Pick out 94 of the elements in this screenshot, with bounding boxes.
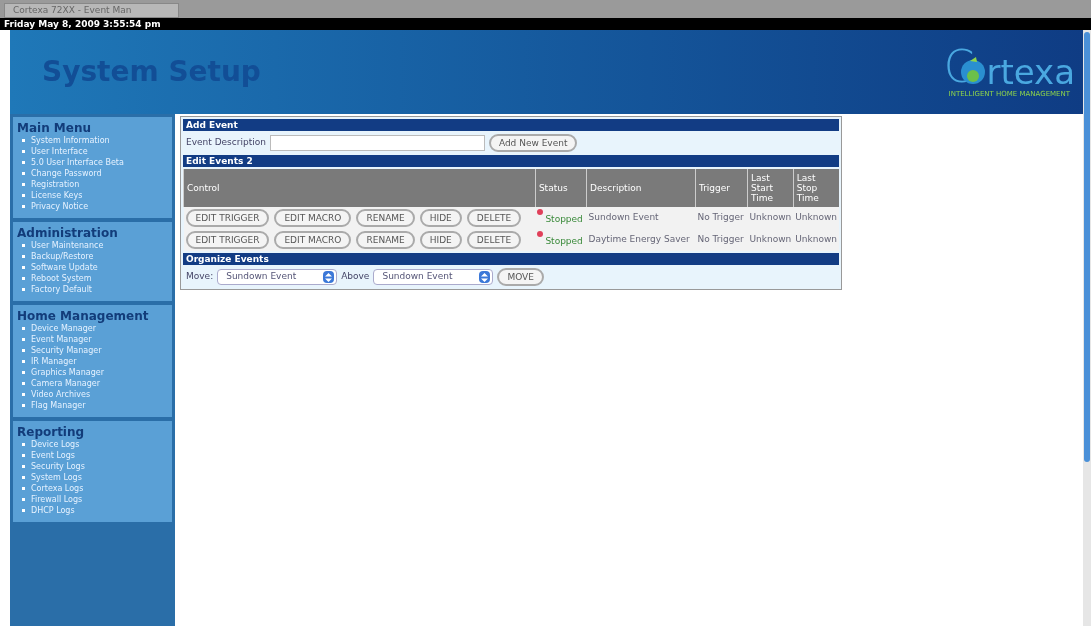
table-cell: Sundown Event [586, 207, 696, 229]
menu-link[interactable]: Event Manager [31, 334, 92, 345]
bullet-icon [22, 465, 25, 468]
section-header: Edit Events 2 [183, 155, 839, 167]
menu-link[interactable]: Cortexa Logs [31, 483, 84, 494]
table-cell: Unknown [793, 207, 839, 229]
bullet-icon [22, 360, 25, 363]
section-header: Organize Events [183, 253, 839, 265]
bullet-icon [22, 454, 25, 457]
bullet-icon [22, 509, 25, 512]
table-cell: Unknown [747, 229, 794, 251]
bullet-icon [22, 277, 25, 280]
dropdown-arrows-icon [323, 271, 335, 283]
bullet-icon [22, 266, 25, 269]
bullet-icon [22, 255, 25, 258]
menu-link[interactable]: Video Archives [31, 389, 91, 400]
menu-link[interactable]: Reboot System [31, 273, 92, 284]
bullet-icon [22, 244, 25, 247]
menu-link[interactable]: License Keys [31, 190, 83, 201]
bullet-icon [22, 139, 25, 142]
bullet-icon [22, 327, 25, 330]
table-cell: No Trigger [695, 207, 748, 229]
menu-link[interactable]: Device Logs [31, 439, 80, 450]
field-label: Above [341, 270, 370, 284]
menu-link[interactable]: 5.0 User Interface Beta [31, 157, 124, 168]
menu-link[interactable]: Factory Default [31, 284, 92, 295]
status-text: Stopped [545, 213, 583, 227]
status-text: Stopped [545, 235, 583, 249]
scrollbar[interactable] [1083, 30, 1091, 626]
menu-link[interactable]: Software Update [31, 262, 98, 273]
bullet-icon [22, 371, 25, 374]
table-cell: No Trigger [695, 229, 748, 251]
menu-link[interactable]: Firewall Logs [31, 494, 83, 505]
action-button[interactable]: RENAME [356, 209, 415, 227]
date-time: Friday May 8, 2009 3:55:54 pm [4, 19, 161, 29]
bullet-icon [22, 183, 25, 186]
action-button[interactable]: RENAME [356, 231, 415, 249]
bullet-icon [22, 393, 25, 396]
action-button[interactable]: EDIT MACRO [274, 231, 352, 249]
menu-link[interactable]: IR Manager [31, 356, 77, 367]
menu-link[interactable]: Event Logs [31, 450, 75, 461]
bullet-icon [22, 476, 25, 479]
menu-link[interactable]: Privacy Notice [31, 201, 89, 212]
bullet-icon [22, 172, 25, 175]
bullet-icon [22, 404, 25, 407]
bullet-icon [22, 338, 25, 341]
menu-link[interactable]: Graphics Manager [31, 367, 104, 378]
menu-link[interactable]: Security Logs [31, 461, 85, 472]
section-title: Main Menu [17, 121, 93, 135]
action-button[interactable]: EDIT MACRO [274, 209, 352, 227]
action-button[interactable]: EDIT TRIGGER [185, 209, 270, 227]
bullet-icon [22, 382, 25, 385]
section-header: Add Event [183, 119, 839, 131]
section-title: Administration [17, 226, 119, 240]
menu-link[interactable]: User Interface [31, 146, 88, 157]
menu-link[interactable]: Registration [31, 179, 80, 190]
action-button[interactable]: DELETE [466, 209, 522, 227]
menu-link[interactable]: DHCP Logs [31, 505, 75, 516]
menu-link[interactable]: System Information [31, 135, 110, 146]
action-button[interactable]: EDIT TRIGGER [185, 231, 270, 249]
browser-tab[interactable]: Cortexa 72XX - Event Man [4, 3, 179, 18]
bullet-icon [22, 161, 25, 164]
bullet-icon [22, 443, 25, 446]
dropdown-arrows-icon [479, 271, 491, 283]
dropdown[interactable]: Sundown Event [217, 269, 338, 285]
menu-link[interactable]: Camera Manager [31, 378, 100, 389]
menu-link[interactable]: Flag Manager [31, 400, 86, 411]
event-description-field[interactable] [269, 135, 485, 151]
bullet-icon [22, 487, 25, 490]
table-cell: Unknown [793, 229, 839, 251]
menu-link[interactable]: Change Password [31, 168, 102, 179]
field-label: Move: [186, 270, 214, 284]
action-button[interactable]: DELETE [466, 231, 522, 249]
menu-link[interactable]: Device Manager [31, 323, 96, 334]
menu-link[interactable]: User Maintenance [31, 240, 104, 251]
table-cell: Daytime Energy Saver [586, 229, 696, 251]
bullet-icon [22, 205, 25, 208]
bullet-icon [22, 150, 25, 153]
menu-link[interactable]: Backup/Restore [31, 251, 94, 262]
bullet-icon [22, 194, 25, 197]
action-button[interactable]: HIDE [419, 209, 462, 227]
dropdown[interactable]: Sundown Event [373, 269, 494, 285]
bullet-icon [22, 349, 25, 352]
section-title: Reporting [17, 425, 86, 439]
section-title: Home Management [17, 309, 150, 323]
menu-link[interactable]: Security Manager [31, 345, 102, 356]
bullet-icon [22, 288, 25, 291]
table-cell: Unknown [747, 207, 794, 229]
bullet-icon [22, 498, 25, 501]
field-label: Event Description [186, 136, 266, 150]
menu-link[interactable]: System Logs [31, 472, 82, 483]
add-event-button[interactable]: Add New Event [488, 134, 578, 152]
move-button[interactable]: MOVE [497, 268, 544, 286]
action-button[interactable]: HIDE [419, 231, 462, 249]
